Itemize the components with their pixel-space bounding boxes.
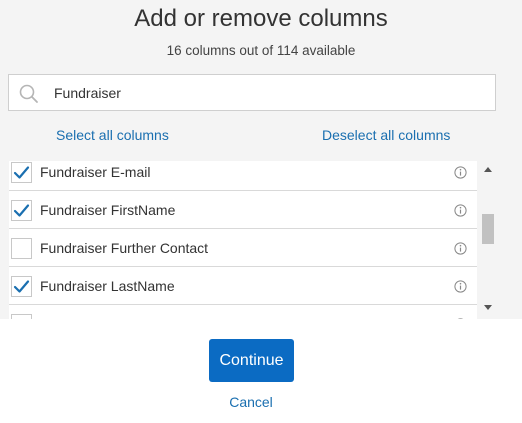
column-label: Fundraiser Further Contact [40, 240, 209, 256]
info-icon[interactable] [454, 166, 467, 179]
checkmark-icon [13, 166, 30, 179]
list-scrollbar[interactable] [478, 161, 498, 319]
column-label: Fundraiser FirstName [40, 202, 176, 218]
list-item[interactable] [9, 305, 477, 319]
list-item[interactable]: Fundraiser LastName [9, 267, 477, 305]
deselect-all-link[interactable]: Deselect all columns [322, 127, 450, 143]
info-icon[interactable] [454, 242, 467, 255]
list-item[interactable]: Fundraiser FirstName [9, 191, 477, 229]
column-label: Fundraiser LastName [40, 278, 175, 294]
list-item[interactable]: Fundraiser E-mail [9, 161, 477, 191]
scroll-down-arrow-icon[interactable] [484, 305, 492, 310]
column-label: Fundraiser E-mail [40, 164, 151, 180]
column-checkbox[interactable] [11, 314, 32, 319]
select-all-link[interactable]: Select all columns [56, 127, 169, 143]
columns-list-viewport: Fundraiser E-mail Fundraiser FirstName F… [0, 161, 498, 319]
scroll-thumb[interactable] [482, 214, 494, 244]
scroll-up-arrow-icon[interactable] [484, 167, 492, 172]
column-checkbox[interactable] [11, 238, 32, 259]
search-icon [18, 83, 40, 105]
list-item[interactable]: Fundraiser Further Contact [9, 229, 477, 267]
columns-list: Fundraiser E-mail Fundraiser FirstName F… [9, 161, 477, 319]
column-checkbox[interactable] [11, 200, 32, 221]
info-icon[interactable] [454, 204, 467, 217]
search-input[interactable] [54, 75, 484, 110]
dialog-title: Add or remove columns [134, 5, 388, 32]
cancel-link[interactable]: Cancel [0, 394, 502, 410]
column-checkbox[interactable] [11, 162, 32, 183]
columns-count: 16 columns out of 114 available [166, 43, 356, 58]
search-field[interactable] [8, 74, 496, 111]
column-checkbox[interactable] [11, 276, 32, 297]
info-icon[interactable] [454, 318, 467, 319]
info-icon[interactable] [454, 280, 467, 293]
checkmark-icon [13, 204, 30, 217]
continue-button[interactable]: Continue [209, 339, 294, 382]
checkmark-icon [13, 280, 30, 293]
